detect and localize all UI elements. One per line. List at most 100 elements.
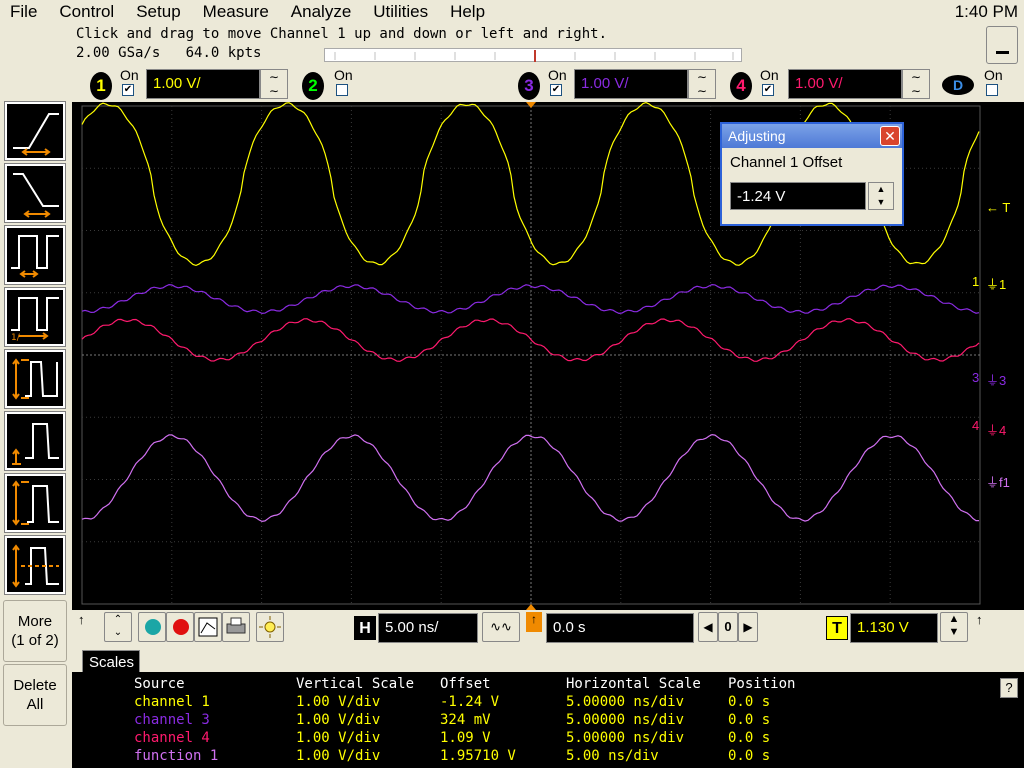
adjusting-dialog: Adjusting ✕ Channel 1 Offset -1.24 V ▲ ▼ bbox=[720, 122, 904, 226]
menu-file[interactable]: File bbox=[0, 2, 49, 22]
table-cell-position: 0.0 s bbox=[728, 748, 771, 764]
menu-help[interactable]: Help bbox=[440, 2, 497, 22]
table-cell-vscale: 1.00 V/div bbox=[296, 748, 381, 764]
header-horizontal-scale: Horizontal Scale bbox=[566, 676, 701, 692]
table-cell-position: 0.0 s bbox=[728, 712, 771, 728]
channel-4-coupling[interactable]: ∼ ∼ bbox=[902, 69, 930, 99]
horizontal-scale[interactable]: 5.00 ns/ bbox=[378, 613, 478, 643]
channel-1-scale[interactable]: 1.00 V/ bbox=[146, 69, 260, 99]
single-button[interactable] bbox=[194, 612, 222, 642]
stop-button[interactable] bbox=[138, 612, 166, 642]
trigger-level-spinner[interactable]: ▲ ▼ bbox=[940, 612, 968, 642]
channel-4-scale[interactable]: 1.00 V/ bbox=[788, 69, 902, 99]
rising-edge-button[interactable] bbox=[4, 101, 66, 161]
runt-icon bbox=[12, 358, 58, 400]
table-cell-vscale: 1.00 V/div bbox=[296, 694, 381, 710]
channel-3-on-label: On bbox=[548, 67, 567, 83]
transition-icon bbox=[12, 423, 59, 465]
transition-button[interactable] bbox=[4, 411, 66, 471]
function-1-ground-marker: ⏚f1 bbox=[986, 475, 1010, 490]
trigger-position-icon[interactable]: ↑ bbox=[526, 612, 542, 632]
table-cell-position: 0.0 s bbox=[728, 694, 771, 710]
period-button[interactable]: 1/ bbox=[4, 287, 66, 347]
horizontal-badge[interactable]: H bbox=[354, 616, 376, 640]
run-button[interactable] bbox=[166, 612, 194, 642]
time-position-bar[interactable] bbox=[324, 48, 742, 62]
delete-label: Delete bbox=[13, 677, 57, 694]
channel-1-checkbox[interactable]: ✔ bbox=[122, 84, 134, 96]
digital-on-label: On bbox=[984, 67, 1003, 83]
table-cell-position: 0.0 s bbox=[728, 730, 771, 746]
scroll-updown-button[interactable]: ⌃ ⌄ bbox=[104, 612, 132, 642]
channel-2-checkbox[interactable] bbox=[336, 84, 348, 96]
menu-utilities[interactable]: Utilities bbox=[363, 2, 440, 22]
minimize-button[interactable] bbox=[986, 26, 1018, 64]
clock: 1:40 PM bbox=[954, 2, 1018, 21]
close-icon[interactable]: ✕ bbox=[880, 126, 900, 146]
scales-table: Source Vertical Scale Offset Horizontal … bbox=[72, 672, 1024, 768]
trigger-badge[interactable]: T bbox=[826, 616, 848, 640]
horizontal-scale-coupling[interactable]: ∿∿ bbox=[482, 612, 520, 642]
sun-icon bbox=[259, 616, 281, 638]
help-button[interactable]: ? bbox=[1000, 678, 1018, 698]
position-zero-button[interactable]: 0 bbox=[718, 612, 738, 642]
table-cell-hscale: 5.00000 ns/div bbox=[566, 694, 685, 710]
single-icon bbox=[198, 617, 218, 637]
trigger-level-marker: ← T bbox=[986, 200, 1011, 215]
channel-3-checkbox[interactable]: ✔ bbox=[550, 84, 562, 96]
menu-measure[interactable]: Measure bbox=[193, 2, 281, 22]
trigger-point-marker bbox=[526, 102, 536, 108]
brightness-button[interactable] bbox=[256, 612, 284, 642]
trigger-arrow-up-icon[interactable]: ↑ bbox=[976, 612, 983, 627]
digital-checkbox[interactable] bbox=[986, 84, 998, 96]
more-label: More bbox=[17, 613, 53, 630]
channel-2-badge[interactable]: 2 bbox=[302, 72, 324, 100]
time-ruler bbox=[334, 50, 734, 62]
position-right-button[interactable]: ▶ bbox=[738, 612, 758, 642]
falling-edge-button[interactable] bbox=[4, 163, 66, 223]
table-cell-offset: 324 mV bbox=[440, 712, 491, 728]
digital-badge[interactable]: D bbox=[942, 75, 974, 95]
channel-4-badge[interactable]: 4 bbox=[730, 72, 752, 100]
acquisition-info: 2.00 GSa/s 64.0 kpts bbox=[76, 45, 261, 61]
stop-icon bbox=[145, 619, 161, 635]
trigger-level[interactable]: 1.130 V bbox=[850, 613, 938, 643]
channel-1-coupling[interactable]: ∼ ∼ bbox=[260, 69, 288, 99]
offset-spinner[interactable]: ▲ ▼ bbox=[868, 182, 894, 210]
print-button[interactable] bbox=[222, 612, 250, 642]
channel-2-on-label: On bbox=[334, 67, 353, 83]
channel-4-marker: 4 bbox=[972, 418, 980, 433]
more-button[interactable]: More (1 of 2) bbox=[3, 600, 67, 662]
status-message: Click and drag to move Channel 1 up and … bbox=[76, 26, 608, 42]
offset-input[interactable]: -1.24 V bbox=[730, 182, 866, 210]
channel-1-marker: 1 bbox=[972, 274, 980, 289]
channel-3-coupling[interactable]: ∼ ∼ bbox=[688, 69, 716, 99]
channel-1-badge[interactable]: 1 bbox=[90, 72, 112, 100]
pulse-width-icon bbox=[11, 235, 59, 278]
svg-text:1/: 1/ bbox=[11, 333, 21, 343]
menu-setup[interactable]: Setup bbox=[126, 2, 192, 22]
channel-3-badge[interactable]: 3 bbox=[518, 72, 540, 100]
trigger-toolbar: 1/ More (1 of 2) Delete All bbox=[0, 24, 72, 768]
runt-button[interactable] bbox=[4, 349, 66, 409]
setup-hold-button[interactable] bbox=[4, 473, 66, 533]
menu-analyze[interactable]: Analyze bbox=[281, 2, 363, 22]
channel-bar: 1 On ✔ 1.00 V/ ∼ ∼ 2 On 3 On ✔ 1.00 V/ ∼ ∼… bbox=[72, 66, 1024, 102]
channel-3-scale[interactable]: 1.00 V/ bbox=[574, 69, 688, 99]
menu-control[interactable]: Control bbox=[49, 2, 126, 22]
rising-edge-icon bbox=[13, 113, 59, 156]
arrow-up-icon[interactable]: ↑ bbox=[78, 612, 85, 627]
sample-rate: 2.00 GSa/s bbox=[76, 45, 161, 61]
pulse-width-button[interactable] bbox=[4, 225, 66, 285]
channel-4-checkbox[interactable]: ✔ bbox=[762, 84, 774, 96]
dialog-title-bar[interactable]: Adjusting ✕ bbox=[722, 124, 902, 148]
channel-1-on-label: On bbox=[120, 67, 139, 83]
horizontal-position[interactable]: 0.0 s bbox=[546, 613, 694, 643]
dialog-title: Adjusting bbox=[728, 128, 786, 144]
window-button[interactable] bbox=[4, 535, 66, 595]
memory-depth: 64.0 kpts bbox=[185, 45, 262, 61]
delete-all-button[interactable]: Delete All bbox=[3, 664, 67, 726]
position-left-button[interactable]: ◀ bbox=[698, 612, 718, 642]
table-cell-offset: 1.09 V bbox=[440, 730, 491, 746]
tab-scales[interactable]: Scales bbox=[82, 650, 140, 674]
